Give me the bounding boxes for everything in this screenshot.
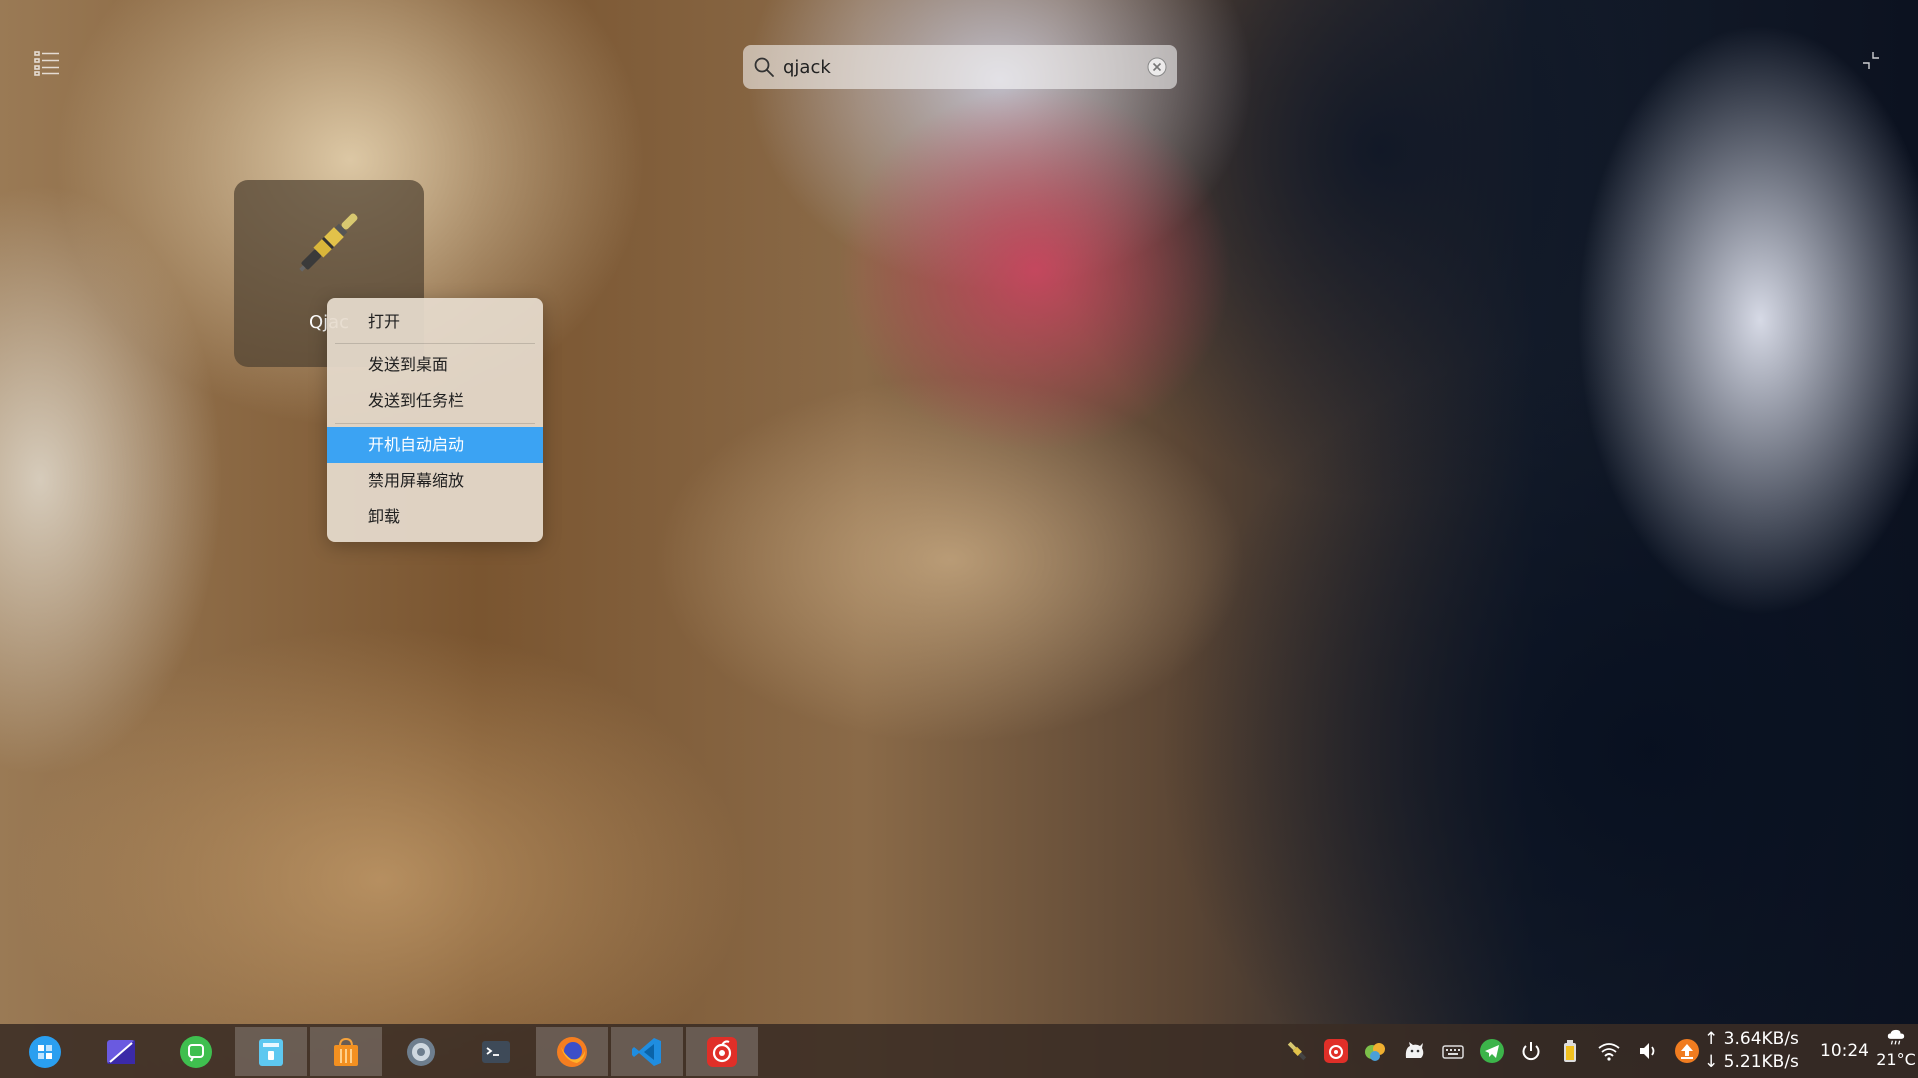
firefox-icon xyxy=(557,1036,587,1067)
clock[interactable]: 10:24 xyxy=(1820,1041,1869,1061)
search-bar[interactable] xyxy=(743,45,1177,89)
vscode-icon xyxy=(632,1037,661,1066)
cat-tray-icon[interactable] xyxy=(1401,1038,1427,1064)
menu-item-disable-scaling[interactable]: 禁用屏幕缩放 xyxy=(327,463,543,499)
keyboard-icon[interactable] xyxy=(1440,1038,1466,1064)
menu-separator xyxy=(335,423,535,424)
wallpaper-background xyxy=(0,0,1918,1078)
exit-fullscreen-icon[interactable] xyxy=(1860,50,1882,72)
weather-widget[interactable]: 21°C xyxy=(1876,1028,1916,1069)
menu-item-uninstall[interactable]: 卸载 xyxy=(327,499,543,535)
settings-icon xyxy=(407,1037,435,1066)
search-icon xyxy=(753,56,775,78)
search-input[interactable] xyxy=(783,45,1123,89)
launcher-button[interactable] xyxy=(9,1027,81,1076)
app-store-button[interactable] xyxy=(310,1027,382,1076)
launcher-icon xyxy=(29,1035,61,1068)
category-view-icon[interactable] xyxy=(34,50,60,76)
cloud-rain-icon xyxy=(1876,1028,1916,1050)
terminal-button[interactable] xyxy=(460,1027,532,1076)
menu-item-send-to-desktop[interactable]: 发送到桌面 xyxy=(327,347,543,383)
vscode-button[interactable] xyxy=(611,1027,683,1076)
audio-jack-icon xyxy=(289,202,369,282)
temperature: 21°C xyxy=(1876,1050,1916,1069)
menu-item-autostart[interactable]: 开机自动启动 xyxy=(327,427,543,463)
netease-music-button[interactable] xyxy=(686,1027,758,1076)
battery-icon[interactable] xyxy=(1557,1038,1583,1064)
screenshot-app-icon xyxy=(107,1039,135,1064)
menu-item-send-to-taskbar[interactable]: 发送到任务栏 xyxy=(327,383,543,419)
wifi-icon[interactable] xyxy=(1596,1038,1622,1064)
upload-speed: 3.64KB/s xyxy=(1723,1029,1799,1049)
screenshot-app-button[interactable] xyxy=(85,1027,157,1076)
volume-icon[interactable] xyxy=(1635,1038,1661,1064)
context-menu: 打开 发送到桌面 发送到任务栏 开机自动启动 禁用屏幕缩放 卸载 xyxy=(327,298,543,542)
file-manager-button[interactable] xyxy=(235,1027,307,1076)
wechat-button[interactable] xyxy=(160,1027,232,1076)
netease-music-icon xyxy=(707,1036,737,1067)
settings-button[interactable] xyxy=(385,1027,457,1076)
menu-separator xyxy=(335,343,535,344)
network-speed: ↑ 3.64KB/s ↓ 5.21KB/s xyxy=(1704,1028,1799,1074)
app-store-icon xyxy=(334,1037,358,1066)
firefox-button[interactable] xyxy=(536,1027,608,1076)
clear-search-icon[interactable] xyxy=(1147,57,1167,77)
download-arrow-icon: ↓ xyxy=(1704,1052,1719,1072)
file-manager-icon xyxy=(259,1038,283,1066)
qjackctl-tray-icon[interactable] xyxy=(1284,1038,1310,1064)
netease-music-tray-icon[interactable] xyxy=(1323,1038,1349,1064)
update-icon[interactable] xyxy=(1674,1038,1700,1064)
upload-arrow-icon: ↑ xyxy=(1704,1029,1719,1049)
wechat-icon xyxy=(180,1035,212,1068)
terminal-icon xyxy=(482,1040,510,1063)
taskbar: ↑ 3.64KB/s ↓ 5.21KB/s 10:24 21°C xyxy=(0,1024,1918,1078)
plugin-tray-icon[interactable] xyxy=(1362,1038,1388,1064)
power-icon[interactable] xyxy=(1518,1038,1544,1064)
telegram-icon[interactable] xyxy=(1479,1038,1505,1064)
menu-item-open[interactable]: 打开 xyxy=(327,304,543,340)
download-speed: 5.21KB/s xyxy=(1723,1052,1799,1072)
